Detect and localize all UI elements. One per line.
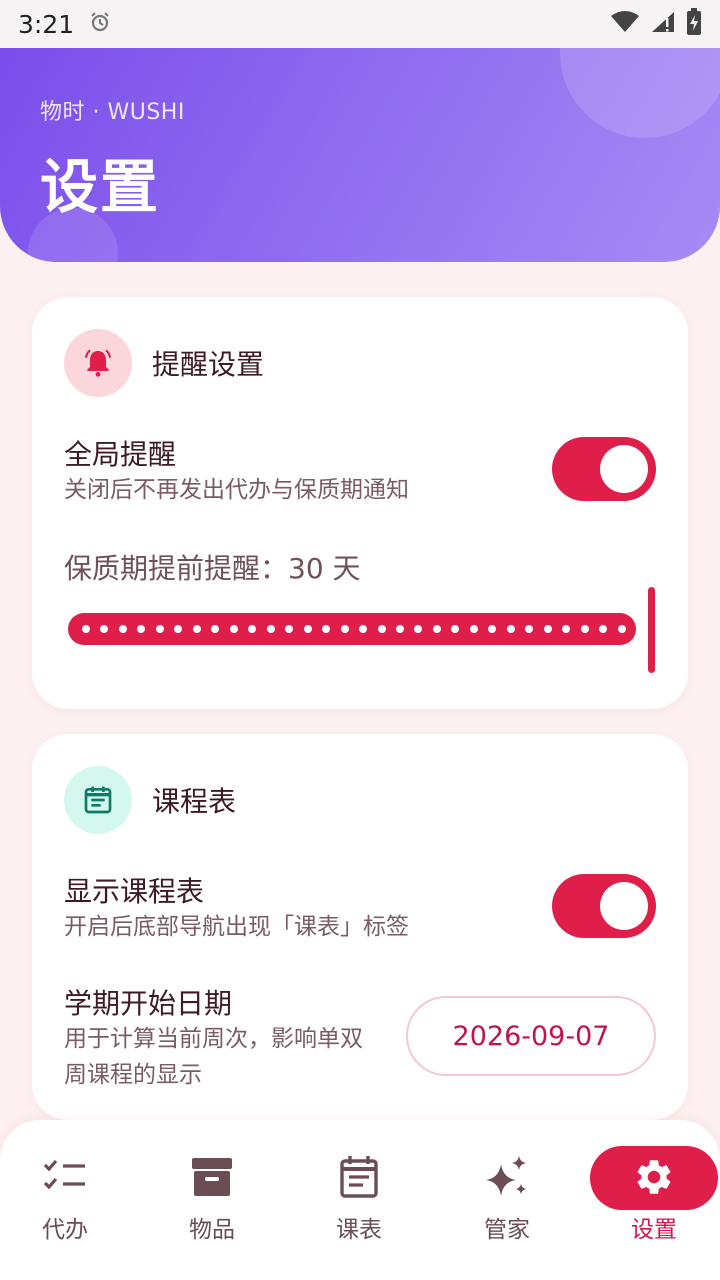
card-header: 课程表 [64, 766, 236, 834]
slider-tick-dot [562, 625, 571, 633]
slider-tick-dot [248, 625, 257, 633]
slider-tick-dot [414, 625, 423, 633]
card-title: 课程表 [152, 785, 237, 818]
slider-tick-dot [580, 625, 589, 633]
checklist-icon [35, 1154, 95, 1200]
gear-icon [624, 1154, 684, 1200]
slider-tick-dot [285, 625, 294, 633]
slider-tick-dot [137, 625, 146, 633]
slider-tick-dot [599, 625, 608, 633]
slider-tick-dot [377, 625, 386, 633]
nav-item-items[interactable]: 物品 [147, 1154, 277, 1244]
signal-icon [650, 10, 676, 38]
slider-tick-dot [322, 625, 331, 633]
global-reminder-title: 全局提醒 [64, 438, 177, 471]
slider-tick-dot [155, 625, 164, 633]
status-time: 3:21 [18, 9, 75, 39]
nav-item-settings[interactable]: 设置 [589, 1154, 719, 1244]
slider-tick-dot [488, 625, 497, 633]
show-schedule-subtitle: 开启后底部导航出现「课表」标签 [64, 914, 409, 940]
nav-label: 课表 [336, 1217, 382, 1243]
decor-bubble [560, 48, 720, 138]
calendar-icon [329, 1154, 389, 1200]
slider-tick-dot [432, 625, 441, 633]
reminder-settings-card: 提醒设置 全局提醒 关闭后不再发出代办与保质期通知 保质期提前提醒：30 天 [32, 297, 688, 709]
show-schedule-title: 显示课程表 [64, 875, 205, 908]
slider-tick-dot [118, 625, 127, 633]
battery-icon [686, 8, 702, 40]
slider-tick-dot [266, 625, 275, 633]
slider-tick-dot [303, 625, 312, 633]
shelf-life-slider-track[interactable] [68, 613, 636, 645]
calendar-icon [64, 766, 132, 834]
schedule-card: 课程表 显示课程表 开启后底部导航出现「课表」标签 学期开始日期 用于计算当前周… [32, 734, 688, 1120]
card-title: 提醒设置 [152, 348, 265, 381]
slider-tick-dot [451, 625, 460, 633]
nav-label: 代办 [42, 1217, 88, 1243]
slider-tick-dot [174, 625, 183, 633]
slider-tick-dot [359, 625, 368, 633]
nav-item-schedule[interactable]: 课表 [294, 1154, 424, 1244]
slider-tick-dot [395, 625, 404, 633]
global-reminder-toggle[interactable] [552, 437, 656, 501]
brand-label: 物时 · WUSHI [40, 100, 185, 125]
nav-item-todo[interactable]: 代办 [0, 1154, 130, 1244]
term-start-subtitle-line1: 用于计算当前周次，影响单双 [64, 1026, 363, 1052]
status-bar: 3:21 [0, 0, 720, 48]
shelf-life-label: 保质期提前提醒：30 天 [64, 552, 361, 585]
slider-tick-dot [82, 625, 90, 633]
bottom-navigation: 代办 物品 课表 管家 设置 [0, 1120, 720, 1280]
page-header: 物时 · WUSHI 设置 [0, 48, 720, 262]
slider-ticks [82, 625, 626, 633]
slider-tick-dot [340, 625, 349, 633]
alarm-icon [88, 10, 112, 38]
card-header: 提醒设置 [64, 329, 264, 397]
term-start-date-button[interactable]: 2026-09-07 [406, 996, 656, 1076]
toggle-knob [600, 445, 648, 493]
nav-item-butler[interactable]: 管家 [442, 1154, 572, 1244]
toggle-knob [600, 882, 648, 930]
nav-label: 管家 [484, 1217, 530, 1243]
term-start-subtitle-line2: 周课程的显示 [64, 1062, 202, 1088]
wifi-icon [610, 10, 640, 38]
slider-tick-dot [469, 625, 478, 633]
slider-tick-dot [100, 625, 109, 633]
archive-box-icon [182, 1154, 242, 1200]
bell-icon [64, 329, 132, 397]
shelf-life-slider-thumb[interactable] [648, 587, 655, 673]
slider-tick-dot [525, 625, 534, 633]
slider-tick-dot [192, 625, 201, 633]
slider-tick-dot [506, 625, 515, 633]
slider-tick-dot [229, 625, 238, 633]
slider-tick-dot [543, 625, 552, 633]
nav-label: 物品 [189, 1217, 235, 1243]
slider-tick-dot [617, 625, 626, 633]
nav-label: 设置 [631, 1217, 677, 1243]
show-schedule-toggle[interactable] [552, 874, 656, 938]
global-reminder-subtitle: 关闭后不再发出代办与保质期通知 [64, 477, 409, 503]
term-start-title: 学期开始日期 [64, 987, 233, 1020]
page-title: 设置 [40, 153, 161, 221]
slider-tick-dot [211, 625, 220, 633]
sparkle-icon [477, 1154, 537, 1200]
